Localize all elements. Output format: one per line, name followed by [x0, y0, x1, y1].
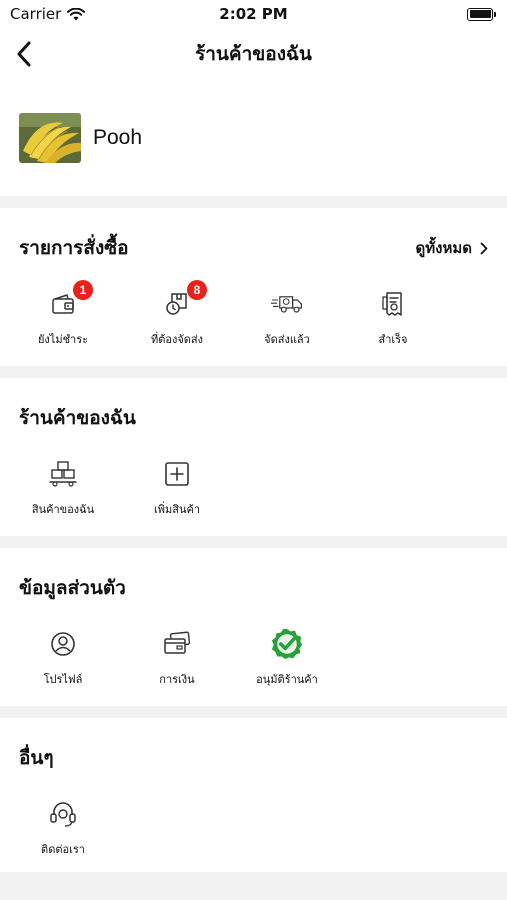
add-product-item[interactable]: เพิ่มสินค้า — [124, 458, 230, 518]
status-bar: Carrier 2:02 PM — [0, 0, 507, 28]
my-products-item[interactable]: สินค้าของฉัน — [10, 458, 116, 518]
wallet-icon — [52, 294, 74, 314]
battery-icon — [467, 7, 496, 21]
order-complete-label: สำเร็จ — [378, 333, 408, 346]
order-unpaid-label: ยังไม่ชำระ — [37, 333, 89, 346]
chevron-right-icon — [480, 242, 488, 254]
delivery-truck-icon — [271, 296, 302, 313]
profile-item[interactable]: โปรไฟล์ — [10, 628, 116, 688]
back-button[interactable] — [10, 36, 38, 72]
my-shop-header: ร้านค้าของฉัน — [19, 378, 488, 458]
banana-image — [19, 113, 81, 163]
user-circle-icon — [51, 632, 75, 656]
orders-items: 1 ยังไม่ชำระ 8 ที่ต้องจัดส่ง จัดส่งแล้ว … — [0, 280, 507, 348]
view-all-orders-link[interactable]: ดูทั้งหมด — [416, 236, 488, 260]
order-shipped-label: จัดส่งแล้ว — [264, 333, 310, 346]
add-product-label: เพิ่มสินค้า — [153, 503, 201, 516]
page-title: ร้านค้าของฉัน — [195, 43, 312, 65]
finance-item[interactable]: การเงิน — [124, 628, 230, 688]
carrier-label: Carrier — [10, 5, 62, 23]
profile-label: โปรไฟล์ — [43, 673, 83, 686]
wifi-icon — [67, 7, 86, 20]
others-section: อื่นๆ ติดต่อเรา — [0, 718, 507, 872]
package-clock-icon — [166, 293, 187, 315]
chevron-left-icon — [17, 41, 31, 67]
nav-bar: ร้านค้าของฉัน — [0, 28, 507, 80]
orders-title: รายการสั่งซื้อ — [19, 237, 129, 259]
cards-icon — [164, 631, 191, 654]
order-complete-item[interactable]: สำเร็จ — [340, 288, 446, 348]
boxes-icon — [49, 461, 77, 487]
personal-items: โปรไฟล์ การเงิน อนุมัติร้านค้า — [0, 628, 507, 688]
contact-us-label: ติดต่อเรา — [41, 843, 85, 856]
my-products-label: สินค้าของฉัน — [31, 503, 95, 516]
contact-us-item[interactable]: ติดต่อเรา — [10, 798, 116, 858]
orders-header: รายการสั่งซื้อ ดูทั้งหมด — [19, 208, 488, 288]
others-header: อื่นๆ — [19, 718, 488, 798]
avatar — [19, 113, 81, 163]
finance-label: การเงิน — [159, 673, 195, 686]
orders-section: รายการสั่งซื้อ ดูทั้งหมด 1 ยังไม่ชำระ 8 … — [0, 208, 507, 366]
unpaid-badge: 1 — [73, 280, 93, 300]
to-ship-badge: 8 — [187, 280, 207, 300]
others-title: อื่นๆ — [19, 747, 54, 769]
my-shop-title: ร้านค้าของฉัน — [19, 407, 136, 429]
personal-title: ข้อมูลส่วนตัว — [19, 577, 126, 599]
personal-header: ข้อมูลส่วนตัว — [19, 548, 488, 628]
view-all-label: ดูทั้งหมด — [415, 239, 472, 257]
verified-check-icon — [271, 628, 303, 660]
order-to-ship-item[interactable]: 8 ที่ต้องจัดส่ง — [124, 280, 230, 348]
add-square-icon — [165, 462, 189, 486]
my-shop-items: สินค้าของฉัน เพิ่มสินค้า — [0, 458, 507, 518]
carrier-group: Carrier — [10, 5, 86, 23]
profile-name: Pooh — [93, 126, 143, 149]
my-shop-section: ร้านค้าของฉัน สินค้าของฉัน เพิ่มสินค้า — [0, 378, 507, 536]
order-unpaid-item[interactable]: 1 ยังไม่ชำระ — [10, 280, 116, 348]
personal-section: ข้อมูลส่วนตัว โปรไฟล์ การเงิน อนุมัติร้า… — [0, 548, 507, 706]
shop-approval-item[interactable]: อนุมัติร้านค้า — [234, 628, 340, 688]
profile-header[interactable]: Pooh — [0, 80, 507, 196]
receipt-icon — [382, 292, 402, 316]
shop-approval-label: อนุมัติร้านค้า — [256, 673, 318, 686]
order-shipped-item[interactable]: จัดส่งแล้ว — [234, 288, 340, 348]
order-to-ship-label: ที่ต้องจัดส่ง — [150, 333, 204, 346]
others-items: ติดต่อเรา — [0, 798, 507, 858]
headset-icon — [50, 802, 76, 827]
